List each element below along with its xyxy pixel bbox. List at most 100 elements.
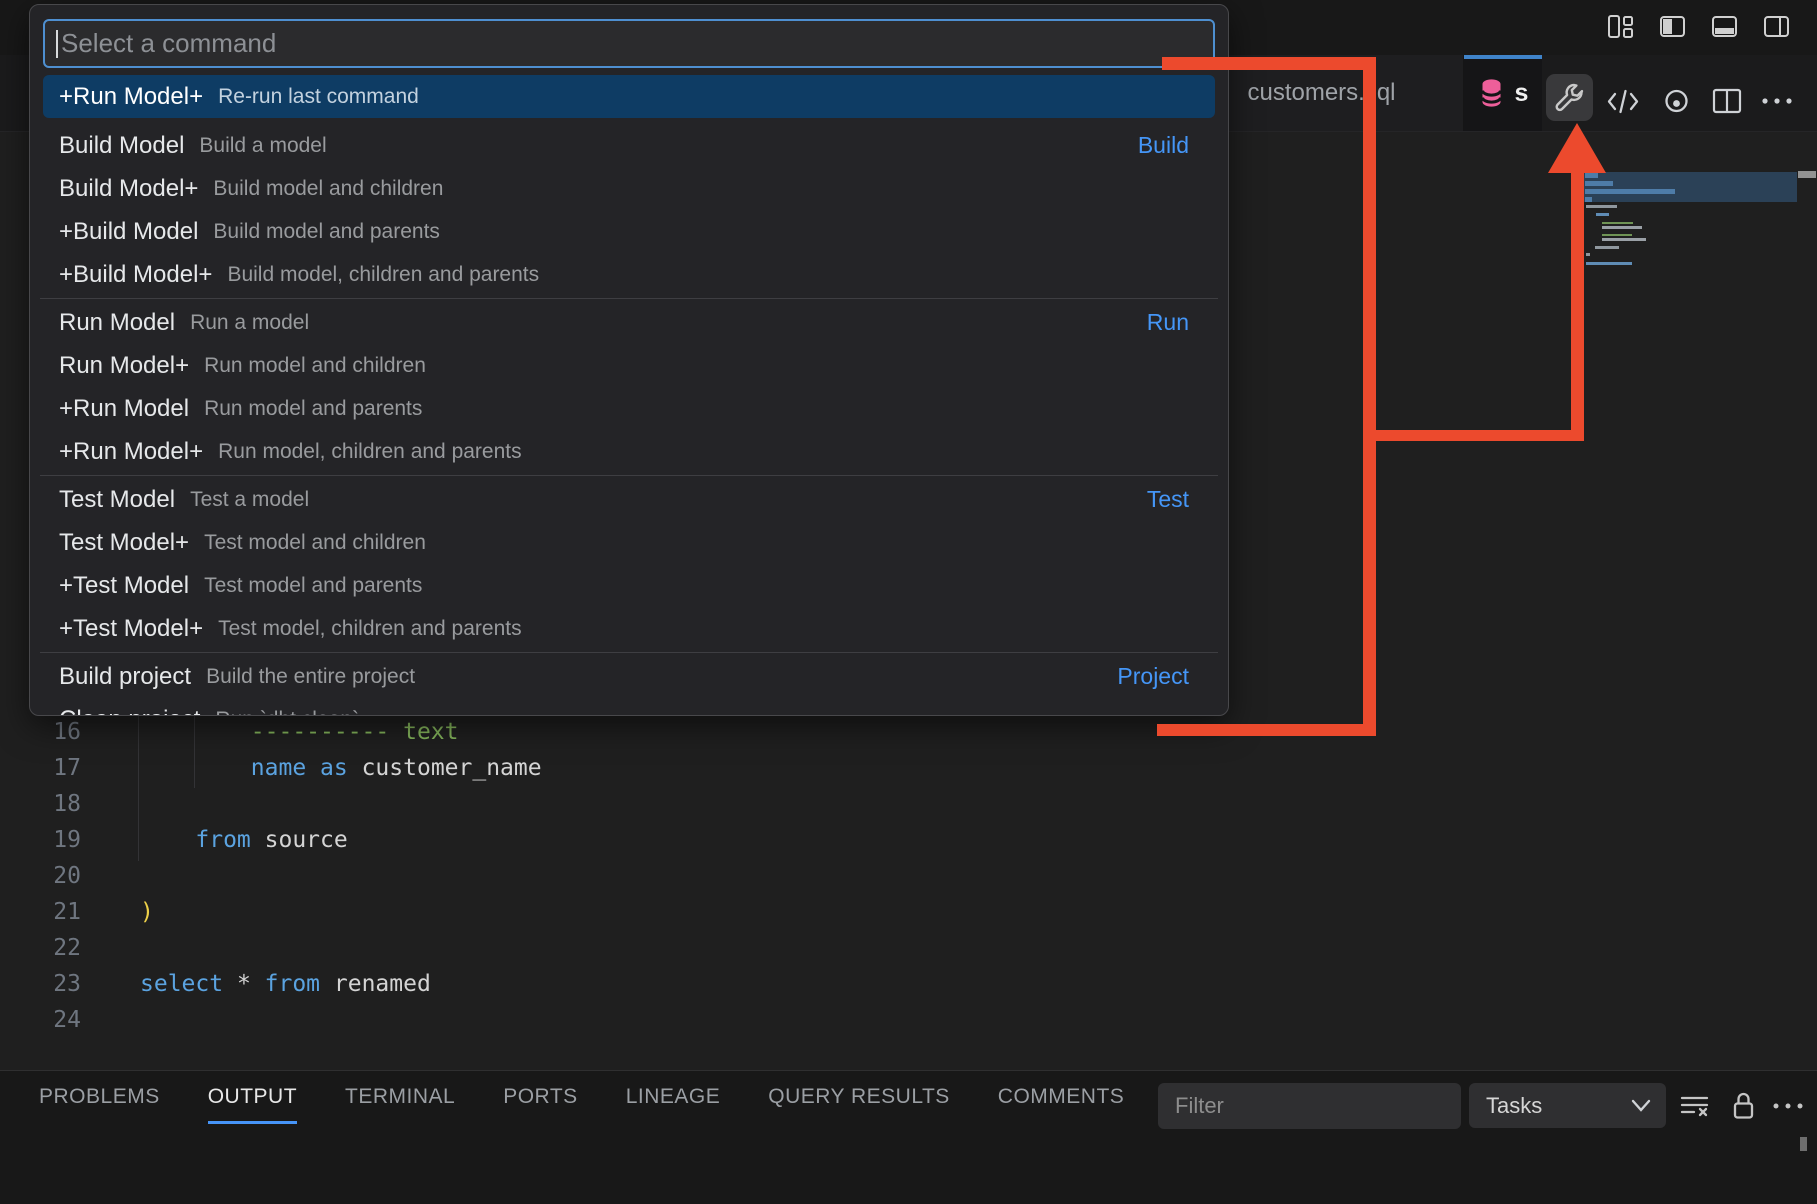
command-item[interactable]: +Run Model+Run model, children and paren…	[43, 430, 1215, 473]
command-item-label: +Build Model	[59, 218, 198, 246]
tab-label: s	[1515, 79, 1529, 108]
command-item-label: +Run Model	[59, 395, 189, 423]
command-item-description: Run model, children and parents	[218, 440, 522, 464]
dbt-database-icon	[1478, 78, 1505, 109]
annotation-arrow-branch-segment	[1370, 430, 1584, 441]
command-item[interactable]: Run ModelRun a modelRun	[43, 301, 1215, 344]
code-line: 19 from source	[0, 822, 542, 858]
command-item-description: Test model and parents	[204, 574, 422, 598]
command-item[interactable]: Build Model Build a model Build	[43, 124, 1215, 167]
command-item[interactable]: Clean projectRun `dbt clean`	[43, 698, 1215, 716]
editor-scrollbar[interactable]	[1798, 171, 1816, 178]
command-list-separator	[40, 475, 1218, 476]
panel-tab-ports[interactable]: PORTS	[503, 1071, 577, 1124]
minimap-line	[1595, 246, 1619, 249]
code-line: 24	[0, 1002, 542, 1038]
minimap-line	[1586, 253, 1590, 256]
bottom-panel: PROBLEMS OUTPUT TERMINAL PORTS LINEAGE QUERY …	[0, 1070, 1817, 1204]
more-actions-icon[interactable]	[1756, 80, 1798, 122]
command-item[interactable]: +Run Model+ Re-run last command	[43, 75, 1215, 118]
code-line: 16 ---------- text	[0, 714, 542, 750]
panel-tab-comments[interactable]: COMMENTS	[998, 1071, 1125, 1124]
clear-output-icon[interactable]	[1677, 1088, 1713, 1124]
minimap-line	[1596, 213, 1609, 216]
command-item-label: Build Model	[59, 132, 184, 160]
lock-icon[interactable]	[1725, 1088, 1761, 1124]
command-list-separator	[40, 652, 1218, 653]
customize-layout-icon[interactable]	[1607, 13, 1634, 40]
tasks-dropdown-label: Tasks	[1486, 1093, 1542, 1119]
annotation-arrow-vertical-line	[1363, 57, 1376, 736]
command-list-separator	[40, 298, 1218, 299]
command-item-description: Build the entire project	[206, 665, 415, 689]
panel-tab-output[interactable]: OUTPUT	[208, 1071, 297, 1124]
line-number: 22	[0, 930, 81, 966]
toggle-secondary-sidebar-icon[interactable]	[1763, 13, 1790, 40]
panel-tab-problems[interactable]: PROBLEMS	[39, 1071, 160, 1124]
command-item-description: Run a model	[190, 311, 309, 335]
minimap-viewport	[1582, 172, 1797, 202]
command-item-label: Build Model+	[59, 175, 198, 203]
panel-tab-query-results[interactable]: QUERY RESULTS	[768, 1071, 950, 1124]
code-icon[interactable]	[1602, 80, 1644, 122]
annotation-arrow-bottom-segment	[1157, 724, 1376, 736]
minimap-line	[1602, 238, 1646, 241]
wrench-button[interactable]	[1546, 74, 1593, 121]
line-number: 17	[0, 750, 81, 786]
toggle-panel-icon[interactable]	[1711, 13, 1738, 40]
command-item[interactable]: +Run ModelRun model and parents	[43, 387, 1215, 430]
code-line: 22	[0, 930, 542, 966]
annotation-arrowhead	[1548, 123, 1606, 173]
tab-active-truncated[interactable]: s	[1464, 55, 1542, 131]
command-item[interactable]: +Test ModelTest model and parents	[43, 564, 1215, 607]
command-item-label: Run Model+	[59, 352, 189, 380]
command-item-label: Test Model+	[59, 529, 189, 557]
minimap[interactable]	[1582, 172, 1797, 272]
minimap-line	[1585, 197, 1592, 202]
command-item-label: +Test Model+	[59, 615, 203, 643]
code-area: 16 ---------- text17 name as customer_na…	[0, 714, 542, 1038]
command-item-description: Re-run last command	[218, 85, 419, 109]
command-list: +Run Model+ Re-run last command Build Mode…	[30, 75, 1228, 716]
command-palette: Select a command +Run Model+ Re-run last …	[29, 4, 1229, 716]
minimap-line	[1585, 181, 1613, 186]
minimap-line	[1586, 205, 1617, 208]
command-item-label: Test Model	[59, 486, 175, 514]
command-item[interactable]: Build Model+Build model and children	[43, 167, 1215, 210]
command-item[interactable]: Build projectBuild the entire projectPro…	[43, 655, 1215, 698]
minimap-line	[1585, 189, 1675, 194]
command-item-label: +Run Model+	[59, 83, 203, 111]
minimap-line	[1602, 222, 1633, 224]
panel-scrollbar[interactable]	[1800, 1137, 1807, 1151]
command-item-description: Build model and parents	[213, 220, 439, 244]
command-input[interactable]: Select a command	[43, 19, 1215, 68]
command-item[interactable]: +Build Model+Build model, children and p…	[43, 253, 1215, 296]
command-item-description: Test a model	[190, 488, 309, 512]
eye-preview-icon[interactable]	[1655, 80, 1697, 122]
split-editor-icon[interactable]	[1706, 80, 1748, 122]
minimap-line	[1602, 226, 1642, 229]
code-line: 20	[0, 858, 542, 894]
filter-input[interactable]	[1158, 1083, 1461, 1129]
command-item[interactable]: Test Model+ Test model and children	[43, 521, 1215, 564]
line-number: 16	[0, 714, 81, 750]
command-item-description: Build a model	[199, 134, 326, 158]
line-number: 19	[0, 822, 81, 858]
panel-more-actions-icon[interactable]	[1770, 1088, 1806, 1124]
minimap-line	[1585, 173, 1598, 178]
command-item[interactable]: Test ModelTest a modelTest	[43, 478, 1215, 521]
minimap-line	[1602, 234, 1632, 236]
command-item-category: Build	[1138, 132, 1189, 159]
command-item[interactable]: Run Model+Run model and children	[43, 344, 1215, 387]
command-item[interactable]: +Build Model Build model and parents	[43, 210, 1215, 253]
command-item-description: Test model and children	[204, 531, 426, 555]
panel-tab-lineage[interactable]: LINEAGE	[626, 1071, 721, 1124]
command-item[interactable]: +Test Model+Test model, children and par…	[43, 607, 1215, 650]
code-line: 23select * from renamed	[0, 966, 542, 1002]
panel-tab-bar: PROBLEMS OUTPUT TERMINAL PORTS LINEAGE QUERY …	[39, 1071, 1124, 1124]
panel-tab-terminal[interactable]: TERMINAL	[345, 1071, 455, 1124]
tasks-dropdown[interactable]: Tasks	[1469, 1083, 1666, 1128]
line-number: 23	[0, 966, 81, 1002]
code-line: 17 name as customer_name	[0, 750, 542, 786]
toggle-primary-sidebar-icon[interactable]	[1659, 13, 1686, 40]
